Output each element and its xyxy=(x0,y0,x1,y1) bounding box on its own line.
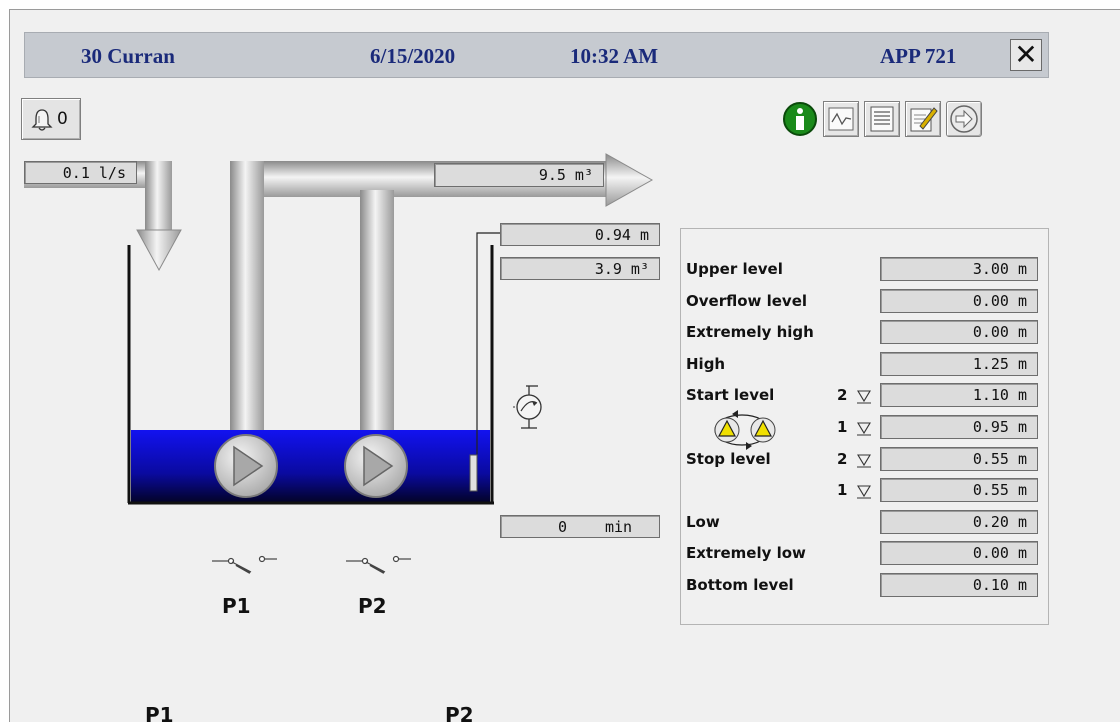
trend-icon xyxy=(828,107,854,131)
next-button[interactable] xyxy=(946,101,982,137)
level-label: Extremely low xyxy=(686,544,806,562)
list-icon xyxy=(870,106,894,132)
bottom-label-p1: P1 xyxy=(145,703,174,727)
pump-label-p1: P1 xyxy=(222,594,251,618)
level-value-field[interactable]: 0.95 m xyxy=(880,415,1038,439)
edit-notes-icon xyxy=(910,107,938,132)
app-id: APP 721 xyxy=(880,44,957,68)
info-icon xyxy=(783,102,817,136)
timer-value: 0 xyxy=(558,518,568,536)
level-label: Low xyxy=(686,513,720,531)
level-triangle-icon xyxy=(857,485,871,499)
pump-number: 1 xyxy=(837,418,848,436)
switch-p2-icon[interactable] xyxy=(346,555,411,574)
pump-p1[interactable] xyxy=(214,434,278,498)
pump-label-p2: P2 xyxy=(358,594,387,618)
trend-button[interactable] xyxy=(823,101,859,137)
timer-unit: min xyxy=(605,518,633,536)
level-triangle-icon xyxy=(857,390,871,404)
level-label: Extremely high xyxy=(686,323,814,341)
tank-level-field: 0.94 m xyxy=(500,223,660,246)
level-value-field[interactable]: 0.20 m xyxy=(880,510,1038,534)
pump-alternation-icon xyxy=(714,410,776,450)
level-value-field[interactable]: 1.25 m xyxy=(880,352,1038,376)
process-diagram xyxy=(24,153,654,574)
level-label: Bottom level xyxy=(686,576,794,594)
info-button[interactable] xyxy=(782,101,818,137)
level-value-field[interactable]: 0.00 m xyxy=(880,541,1038,565)
tank-volume-field: 3.9 m³ xyxy=(500,257,660,280)
switch-p1-icon[interactable] xyxy=(212,555,277,574)
level-triangle-icon xyxy=(857,422,871,436)
level-label: Upper level xyxy=(686,260,783,278)
level-value-field[interactable]: 0.55 m xyxy=(880,447,1038,471)
level-value-field[interactable]: 0.00 m xyxy=(880,289,1038,313)
bottom-label-p2: P2 xyxy=(445,703,474,727)
list-button[interactable] xyxy=(864,101,900,137)
level-value-field[interactable]: 1.10 m xyxy=(880,383,1038,407)
pump-p2[interactable] xyxy=(344,434,408,498)
level-value-field[interactable]: 3.00 m xyxy=(880,257,1038,281)
level-triangle-icon xyxy=(857,454,871,468)
outflow-volume-field: 9.5 m³ xyxy=(434,163,604,187)
level-value-field[interactable]: 0.10 m xyxy=(880,573,1038,597)
level-value-field[interactable]: 0.00 m xyxy=(880,320,1038,344)
flow-meter-icon xyxy=(513,385,542,429)
next-arrow-icon xyxy=(950,105,978,133)
timer-field: 0 min xyxy=(500,515,660,538)
pump-number: 2 xyxy=(837,450,848,468)
close-icon: ✕ xyxy=(1014,38,1038,71)
level-label: Start level xyxy=(686,386,775,404)
level-label: Overflow level xyxy=(686,292,808,310)
level-label: High xyxy=(686,355,726,373)
level-value-field[interactable]: 0.55 m xyxy=(880,478,1038,502)
inflow-field: 0.1 l/s xyxy=(24,161,137,184)
notes-button[interactable] xyxy=(905,101,941,137)
pump-number: 1 xyxy=(837,481,848,499)
pump-number: 2 xyxy=(837,386,848,404)
close-button[interactable]: ✕ xyxy=(1010,39,1042,71)
